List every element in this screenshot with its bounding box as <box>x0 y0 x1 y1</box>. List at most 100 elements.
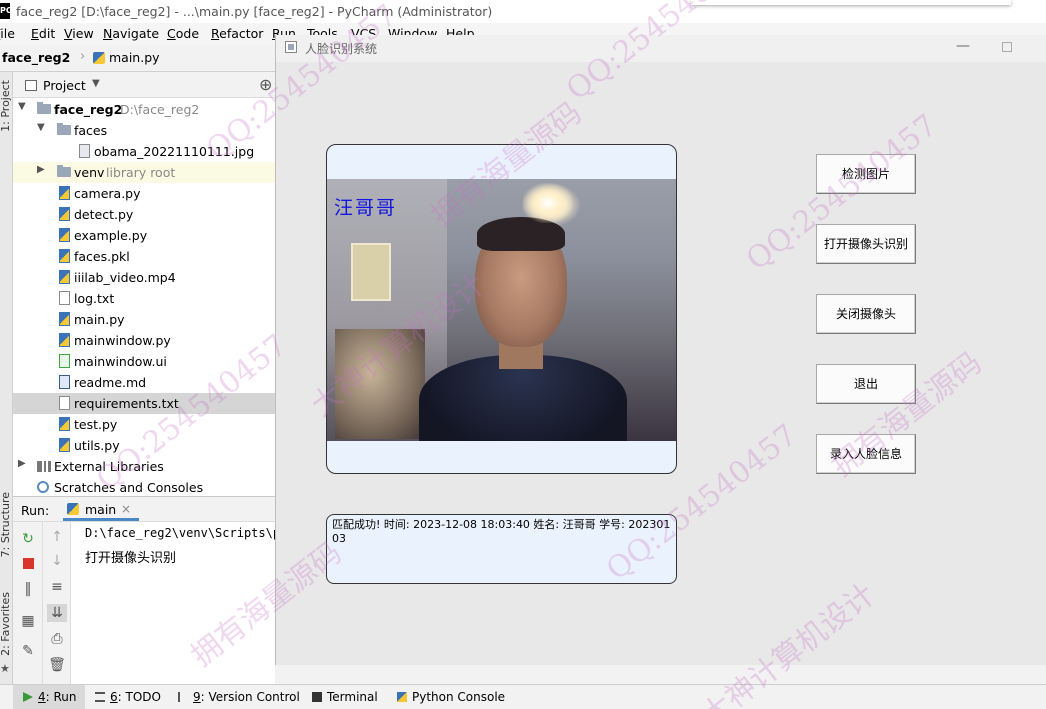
tree-item-file[interactable]: faces.pkl <box>13 246 275 267</box>
scratches-icon <box>37 481 49 493</box>
maximize-button[interactable] <box>1002 42 1012 52</box>
stop-button[interactable] <box>18 555 38 573</box>
tab-terminal[interactable]: Terminal <box>312 690 378 704</box>
pause-icon[interactable]: ‖ <box>18 580 38 598</box>
close-icon[interactable]: × <box>121 502 131 516</box>
tree-item-root[interactable]: ▼ face_reg2 D:\face_reg2 <box>13 99 275 120</box>
tree-item-file[interactable]: iiilab_video.mp4 <box>13 267 275 288</box>
chevron-down-icon[interactable]: ▼ <box>92 78 100 89</box>
rerun-icon[interactable]: ↻ <box>18 530 38 548</box>
tree-item-file[interactable]: test.py <box>13 414 275 435</box>
soft-wrap-icon[interactable]: ≡ <box>47 578 67 596</box>
python-file-icon <box>59 186 70 200</box>
tree-item-label: face_reg2 <box>54 102 123 117</box>
menu-code[interactable]: Code <box>167 26 199 41</box>
python-file-icon <box>59 333 70 347</box>
breadcrumb-separator-icon: › <box>80 49 86 64</box>
enroll-face-button[interactable]: 录入人脸信息 <box>816 434 916 474</box>
print-icon[interactable]: ⎙ <box>47 630 67 648</box>
menu-edit[interactable]: Edit <box>31 26 55 41</box>
chevron-down-icon[interactable]: ▼ <box>18 101 26 112</box>
tree-item-label: camera.py <box>74 186 141 201</box>
gear-icon[interactable]: ⊕ <box>259 75 272 94</box>
breadcrumb-file[interactable]: main.py <box>109 50 160 65</box>
menu-file[interactable]: File <box>0 26 15 41</box>
tree-item-file-selected[interactable]: requirements.txt <box>13 393 275 414</box>
layout-icon[interactable]: ▦ <box>18 612 38 630</box>
tree-item-label: venv <box>74 165 105 180</box>
tab-todo-label: TODO <box>125 690 161 704</box>
python-file-icon <box>59 249 70 263</box>
breadcrumb-project[interactable]: face_reg2 <box>2 50 70 65</box>
tab-version-control[interactable]: 9: Version Control <box>178 690 300 704</box>
tab-python-console[interactable]: Python Console <box>397 690 505 704</box>
tree-item-label: utils.py <box>74 438 120 453</box>
tree-item-file[interactable]: log.txt <box>13 288 275 309</box>
menu-refactor[interactable]: Refactor <box>211 26 263 41</box>
tree-item-file[interactable]: example.py <box>13 225 275 246</box>
run-console[interactable]: D:\face_reg2\venv\Scripts\p 打开摄像头识别 <box>71 522 275 684</box>
menu-navigate[interactable]: Navigate <box>103 26 159 41</box>
tree-item-venv[interactable]: ▶ venv library root <box>13 162 275 183</box>
tree-item-label: External Libraries <box>54 459 164 474</box>
menu-view[interactable]: View <box>64 26 94 41</box>
tree-item-faces[interactable]: ▼ faces <box>13 120 275 141</box>
favorites-star-icon: ★ <box>0 662 10 675</box>
tree-item-label: iiilab_video.mp4 <box>74 270 176 285</box>
window-title: face_reg2 [D:\face_reg2] - ...\main.py [… <box>16 4 493 19</box>
side-tab-project[interactable]: 1: Project <box>0 80 12 132</box>
tree-item-file[interactable]: mainwindow.ui <box>13 351 275 372</box>
tree-item-file[interactable]: camera.py <box>13 183 275 204</box>
minimize-button[interactable]: — <box>956 38 970 54</box>
detect-image-button[interactable]: 检测图片 <box>816 154 916 194</box>
branch-icon <box>178 692 188 702</box>
tree-item-scratches[interactable]: Scratches and Consoles <box>13 477 275 498</box>
tree-item-image[interactable]: obama_20221110111.jpg <box>13 141 275 162</box>
side-tab-favorites[interactable]: 2: Favorites <box>0 592 12 656</box>
tree-item-label: faces <box>74 123 108 138</box>
python-file-icon <box>59 438 70 452</box>
markdown-file-icon <box>59 375 70 389</box>
tree-item-file[interactable]: main.py <box>13 309 275 330</box>
pycharm-logo-icon: PC <box>0 3 10 19</box>
text-file-icon <box>59 396 70 410</box>
open-camera-button[interactable]: 打开摄像头识别 <box>816 224 916 264</box>
recognized-name-label: 汪哥哥 <box>334 197 398 219</box>
tab-todo-number: 6 <box>110 690 118 704</box>
run-tab-main[interactable]: main × <box>63 499 139 521</box>
tree-item-label: obama_20221110111.jpg <box>94 144 255 159</box>
pin-icon[interactable]: ✎ <box>18 642 38 660</box>
trash-icon[interactable]: 🗑 <box>47 656 67 674</box>
close-camera-button[interactable]: 关闭摄像头 <box>816 294 916 334</box>
tree-item-file[interactable]: readme.md <box>13 372 275 393</box>
result-text-box[interactable]: 匹配成功! 时间: 2023-12-08 18:03:40 姓名: 汪哥哥 学号… <box>326 514 677 584</box>
tab-todo[interactable]: 6: TODO <box>95 690 161 704</box>
tree-item-file[interactable]: mainwindow.py <box>13 330 275 351</box>
tree-item-label: detect.py <box>74 207 134 222</box>
arrow-up-icon[interactable]: ↑ <box>47 528 67 546</box>
ui-file-icon <box>59 354 70 368</box>
chevron-right-icon[interactable]: ▶ <box>37 164 45 175</box>
tree-item-label: main.py <box>74 312 125 327</box>
tab-vc-label: Version Control <box>208 690 300 704</box>
side-tab-structure[interactable]: 7: Structure <box>0 492 12 557</box>
scroll-to-end-icon[interactable]: ⇊ <box>47 604 67 622</box>
arrow-down-icon[interactable]: ↓ <box>47 552 67 570</box>
face-recognition-window: 人脸识别系统 — 汪哥哥 检测图片 打开摄像头识别 关闭摄像头 退出 录入人脸信… <box>275 35 1046 665</box>
tree-item-external-libraries[interactable]: ▶ External Libraries <box>13 456 275 477</box>
chevron-right-icon[interactable]: ▶ <box>18 458 26 469</box>
tree-item-hint: D:\face_reg2 <box>120 102 200 117</box>
tree-item-label: test.py <box>74 417 118 432</box>
run-tab-label: main <box>85 502 117 517</box>
project-view-selector[interactable]: Project <box>43 78 86 93</box>
python-file-icon <box>59 417 70 431</box>
tab-run[interactable]: 4: Run <box>13 685 85 709</box>
tree-item-label: mainwindow.ui <box>74 354 167 369</box>
chevron-down-icon[interactable]: ▼ <box>37 122 45 133</box>
tree-item-file[interactable]: detect.py <box>13 204 275 225</box>
tree-item-file[interactable]: utils.py <box>13 435 275 456</box>
console-line: 打开摄像头识别 <box>85 551 177 566</box>
tree-item-label: readme.md <box>74 375 147 390</box>
exit-button[interactable]: 退出 <box>816 364 916 404</box>
python-console-icon <box>397 692 407 702</box>
